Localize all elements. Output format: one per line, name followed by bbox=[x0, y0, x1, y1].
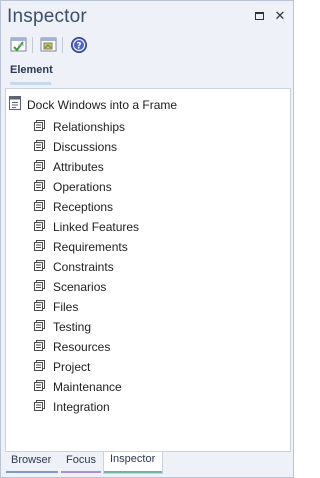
tab-inspector[interactable]: Inspector bbox=[103, 452, 163, 474]
maximize-icon[interactable] bbox=[253, 9, 267, 23]
tree-item-discussions[interactable]: Discussions bbox=[34, 137, 139, 157]
node-icon bbox=[34, 298, 45, 316]
node-icon bbox=[34, 278, 45, 296]
tree-item-testing[interactable]: Testing bbox=[34, 317, 139, 337]
tab-focus-accent bbox=[61, 471, 101, 473]
help-icon[interactable]: ? bbox=[69, 36, 89, 54]
node-icon bbox=[34, 138, 45, 156]
node-icon bbox=[34, 198, 45, 216]
toolbar-separator bbox=[62, 37, 63, 53]
svg-text:?: ? bbox=[76, 42, 81, 52]
tree-item-label: Resources bbox=[53, 340, 111, 354]
tree-item-resources[interactable]: Resources bbox=[34, 337, 139, 357]
tab-active-indicator bbox=[10, 82, 51, 85]
tree-item-files[interactable]: Files bbox=[34, 297, 139, 317]
tree-item-label: Integration bbox=[53, 400, 110, 414]
tree-item-project[interactable]: Project bbox=[34, 357, 139, 377]
tree-item-label: Maintenance bbox=[53, 380, 122, 394]
tree-item-requirements[interactable]: Requirements bbox=[34, 237, 139, 257]
tab-browser-accent bbox=[6, 471, 58, 473]
tree-item-receptions[interactable]: Receptions bbox=[34, 197, 139, 217]
tree-item-label: Receptions bbox=[53, 200, 114, 214]
tree-item-label: Attributes bbox=[53, 160, 104, 174]
tree-item-constraints[interactable]: Constraints bbox=[34, 257, 139, 277]
node-icon bbox=[34, 178, 45, 196]
inspector-tabs: Element bbox=[1, 58, 293, 87]
tab-browser-label: Browser bbox=[11, 454, 52, 466]
tree-item-label: Scenarios bbox=[53, 280, 107, 294]
element-tree-panel: Dock Windows into a Frame Relationships … bbox=[5, 88, 291, 452]
node-icon bbox=[34, 318, 45, 336]
close-icon[interactable]: ✕ bbox=[273, 9, 287, 23]
tree-item-label: Operations bbox=[53, 180, 112, 194]
tree-items: Relationships Discussions Attributes Ope… bbox=[34, 117, 139, 417]
node-icon bbox=[34, 158, 45, 176]
node-icon bbox=[34, 258, 45, 276]
tree-item-label: Requirements bbox=[53, 240, 128, 254]
tree-item-label: Discussions bbox=[53, 140, 118, 154]
document-icon bbox=[9, 95, 21, 115]
tab-element[interactable]: Element bbox=[10, 64, 53, 76]
toolbar: ? bbox=[1, 32, 293, 58]
node-icon bbox=[34, 358, 45, 376]
window-title: Inspector bbox=[7, 6, 87, 27]
inspector-window: Inspector ✕ ? Element Dock Windows into … bbox=[0, 0, 294, 478]
tree-item-integration[interactable]: Integration bbox=[34, 397, 139, 417]
tree-item-label: Project bbox=[53, 360, 91, 374]
tab-inspector-label: Inspector bbox=[110, 453, 156, 465]
tree-item-scenarios[interactable]: Scenarios bbox=[34, 277, 139, 297]
node-icon bbox=[34, 218, 45, 236]
title-bar: Inspector ✕ bbox=[1, 1, 293, 31]
toolbar-separator bbox=[32, 37, 33, 53]
tab-inspector-accent bbox=[104, 471, 162, 473]
node-icon bbox=[34, 238, 45, 256]
node-icon bbox=[34, 398, 45, 416]
tree-root-label: Dock Windows into a Frame bbox=[27, 98, 178, 112]
tree-item-attributes[interactable]: Attributes bbox=[34, 157, 139, 177]
tab-focus[interactable]: Focus bbox=[61, 453, 101, 473]
node-icon bbox=[34, 378, 45, 396]
check-properties-icon[interactable] bbox=[9, 36, 29, 54]
tree-item-relationships[interactable]: Relationships bbox=[34, 117, 139, 137]
tree-item-label: Files bbox=[53, 300, 79, 314]
node-icon bbox=[34, 118, 45, 136]
tree-item-label: Relationships bbox=[53, 120, 126, 134]
tree-item-label: Linked Features bbox=[53, 220, 140, 234]
image-properties-icon[interactable] bbox=[39, 36, 59, 54]
tree-item-label: Testing bbox=[53, 320, 92, 334]
tab-browser[interactable]: Browser bbox=[6, 453, 58, 473]
tree-item-maintenance[interactable]: Maintenance bbox=[34, 377, 139, 397]
dock-tabs: Browser Focus Inspector bbox=[1, 452, 293, 477]
tree-item-linked-features[interactable]: Linked Features bbox=[34, 217, 139, 237]
tree-item-operations[interactable]: Operations bbox=[34, 177, 139, 197]
tree-item-label: Constraints bbox=[53, 260, 114, 274]
tree-root[interactable]: Dock Windows into a Frame bbox=[9, 95, 178, 115]
node-icon bbox=[34, 338, 45, 356]
tab-focus-label: Focus bbox=[66, 454, 96, 466]
